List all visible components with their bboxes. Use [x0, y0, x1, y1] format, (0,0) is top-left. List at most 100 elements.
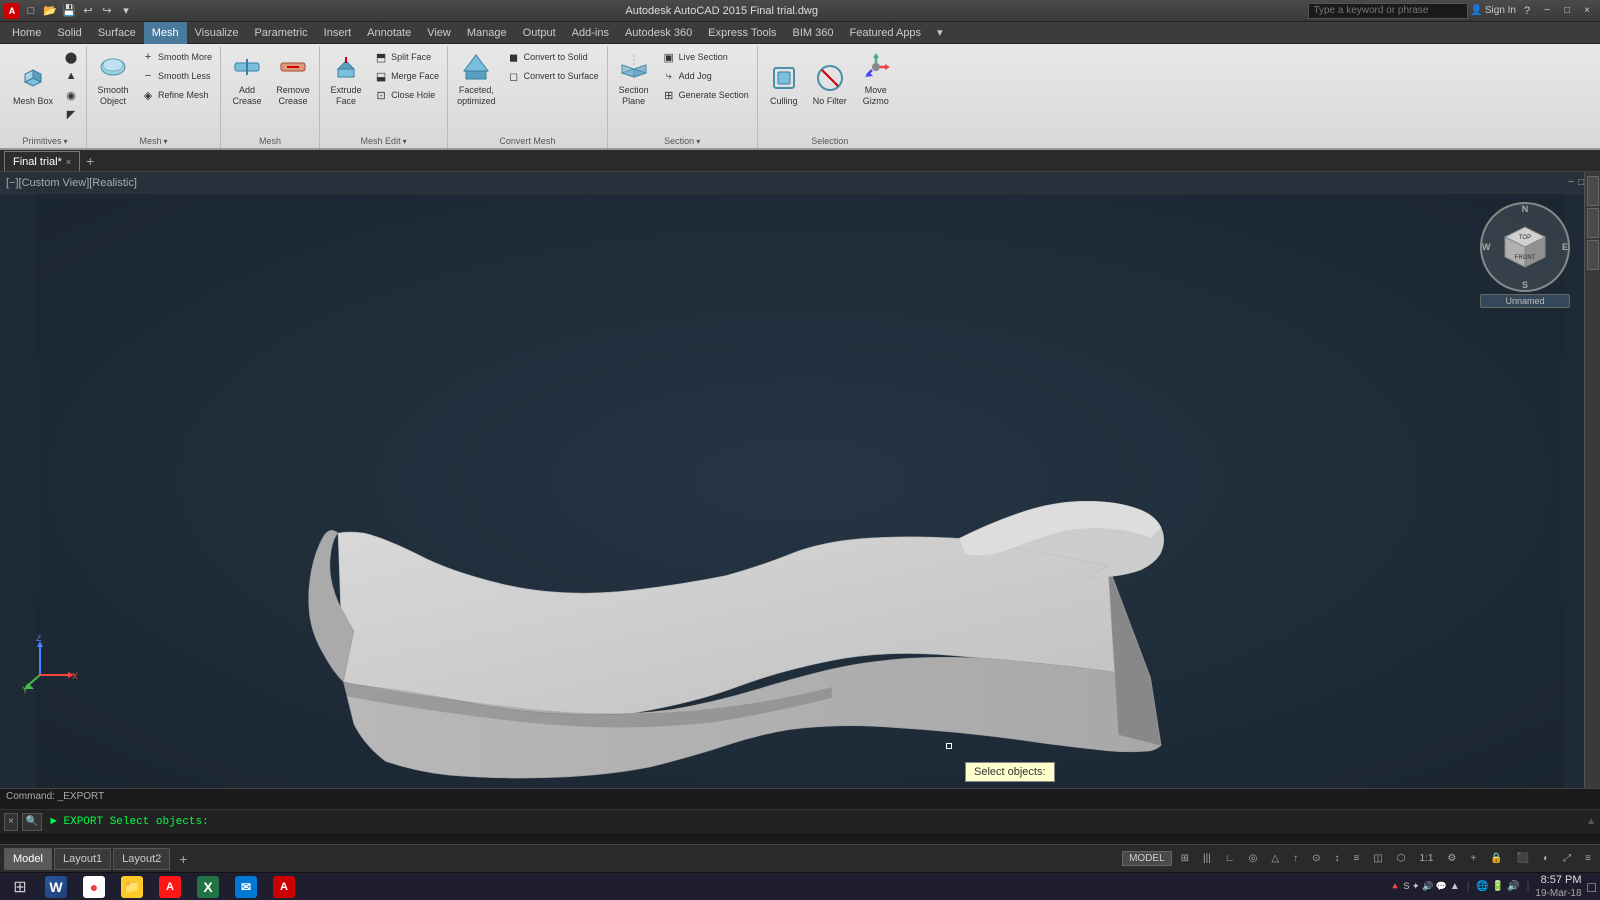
minimize-btn[interactable]: −	[1538, 3, 1556, 19]
menu-surface[interactable]: Surface	[90, 22, 144, 44]
ducs-btn[interactable]: ⊙	[1307, 851, 1325, 866]
menu-annotate[interactable]: Annotate	[359, 22, 419, 44]
split-face-btn[interactable]: ⬒ Split Face	[370, 48, 443, 66]
panel-btn-1[interactable]	[1587, 176, 1599, 206]
layout-tab-layout1[interactable]: Layout1	[54, 848, 111, 870]
menu-mesh[interactable]: Mesh	[144, 22, 187, 44]
generate-section-btn[interactable]: ⊞ Generate Section	[658, 86, 753, 104]
layout-tab-model[interactable]: Model	[4, 848, 52, 870]
remove-crease-button[interactable]: RemoveCrease	[271, 48, 315, 110]
taskbar-acrobat-app[interactable]: A	[152, 875, 188, 899]
menu-view[interactable]: View	[419, 22, 459, 44]
menu-solid[interactable]: Solid	[49, 22, 89, 44]
close-hole-btn[interactable]: ⊡ Close Hole	[370, 86, 443, 104]
menu-output[interactable]: Output	[515, 22, 564, 44]
help-btn[interactable]: ?	[1518, 2, 1536, 20]
new-btn[interactable]: □	[22, 2, 40, 20]
snap-btn[interactable]: |||	[1198, 851, 1216, 866]
polar-btn[interactable]: ◎	[1244, 851, 1263, 866]
taskbar-excel-app[interactable]: X	[190, 875, 226, 899]
layout-tab-layout2[interactable]: Layout2	[113, 848, 170, 870]
open-btn[interactable]: 📂	[41, 2, 59, 20]
panel-btn-2[interactable]	[1587, 208, 1599, 238]
viewcube-box[interactable]: TOP FRONT	[1495, 217, 1555, 277]
clock-area[interactable]: 8:57 PM 19-Mar-18	[1535, 873, 1581, 900]
command-cancel-btn[interactable]: ×	[4, 813, 18, 831]
lw-btn[interactable]: ≡	[1348, 851, 1364, 866]
menu-extra-dropdown[interactable]: ▾	[929, 22, 951, 44]
extrude-face-button[interactable]: ExtrudeFace	[324, 48, 368, 110]
layout-tab-add[interactable]: +	[172, 848, 194, 870]
sel-cycling-btn[interactable]: ⬡	[1392, 851, 1411, 866]
isolate-btn[interactable]: ◐	[1538, 851, 1554, 866]
transp-btn[interactable]: ◫	[1368, 851, 1387, 866]
convert-to-solid-btn[interactable]: ◼ Convert to Solid	[503, 48, 603, 66]
taskbar-mail-app[interactable]: ✉	[228, 875, 264, 899]
notification-btn[interactable]: □	[1588, 879, 1596, 895]
smooth-more-btn[interactable]: + Smooth More	[137, 48, 216, 66]
mesh-cylinder-btn[interactable]: ⬤	[60, 48, 82, 66]
object-snap-btn[interactable]: △	[1266, 851, 1284, 866]
taskbar-chrome-app[interactable]: ●	[76, 875, 112, 899]
ortho-btn[interactable]: ∟	[1220, 851, 1240, 866]
sign-in-button[interactable]: 👤 Sign In	[1470, 5, 1516, 16]
mesh-edit-expand[interactable]: ▾	[403, 137, 407, 146]
menu-addins[interactable]: Add-ins	[564, 22, 617, 44]
annotation-btn[interactable]: ⚙	[1442, 851, 1461, 866]
menu-home[interactable]: Home	[4, 22, 49, 44]
smooth-object-button[interactable]: SmoothObject	[91, 48, 135, 110]
doc-tab-add[interactable]: +	[80, 151, 100, 171]
undo-btn[interactable]: ↩	[79, 2, 97, 20]
refine-mesh-btn[interactable]: ◈ Refine Mesh	[137, 86, 216, 104]
mesh-sphere-btn[interactable]: ◉	[60, 86, 82, 104]
doc-tab-final-trial[interactable]: Final trial* ×	[4, 151, 80, 171]
convert-to-surface-btn[interactable]: ◻ Convert to Surface	[503, 67, 603, 85]
redo-btn[interactable]: ↪	[98, 2, 116, 20]
section-expand[interactable]: ▾	[696, 137, 700, 146]
qa-dropdown[interactable]: ▾	[117, 2, 135, 20]
taskbar-autocad-app[interactable]: A	[266, 875, 302, 899]
hardware-accel-btn[interactable]: ⬛	[1512, 851, 1534, 866]
add-jog-btn[interactable]: ⤷ Add Jog	[658, 67, 753, 85]
menu-a360[interactable]: Autodesk 360	[617, 22, 700, 44]
primitives-expand[interactable]: ▾	[64, 137, 68, 146]
viewport[interactable]: [−][Custom View][Realistic] − □ ×	[0, 172, 1600, 788]
object-track-btn[interactable]: ↑	[1288, 851, 1303, 866]
mesh-smooth-expand[interactable]: ▾	[164, 137, 168, 146]
lock-btn[interactable]: 🔒	[1485, 851, 1507, 866]
menu-parametric[interactable]: Parametric	[246, 22, 315, 44]
windows-start-btn[interactable]: ⊞	[4, 875, 36, 899]
workspace-btn[interactable]: +	[1465, 851, 1481, 866]
search-input[interactable]	[1308, 3, 1468, 19]
live-section-btn[interactable]: ▣ Live Section	[658, 48, 753, 66]
viewcube[interactable]: N S E W TOP	[1480, 202, 1570, 322]
viewport-restore[interactable]: −	[1568, 177, 1574, 188]
doc-tab-close[interactable]: ×	[66, 157, 71, 167]
grid-btn[interactable]: ⊞	[1176, 851, 1194, 866]
merge-face-btn[interactable]: ⬓ Merge Face	[370, 67, 443, 85]
scale-display[interactable]: 1:1	[1414, 851, 1438, 866]
mesh-cone-btn[interactable]: ▲	[60, 67, 82, 85]
command-scroll-up[interactable]: ▲	[1586, 816, 1596, 827]
menu-manage[interactable]: Manage	[459, 22, 515, 44]
menu-visualize[interactable]: Visualize	[187, 22, 247, 44]
menu-express[interactable]: Express Tools	[700, 22, 784, 44]
mesh-wedge-btn[interactable]: ◤	[60, 105, 82, 123]
mesh-box-button[interactable]: Mesh Box	[8, 48, 58, 110]
menu-bim360[interactable]: BIM 360	[785, 22, 842, 44]
dyn-input-btn[interactable]: ↕	[1329, 851, 1344, 866]
section-plane-button[interactable]: SectionPlane	[612, 48, 656, 110]
add-crease-button[interactable]: AddCrease	[225, 48, 269, 110]
command-search-btn[interactable]: 🔍	[22, 813, 42, 831]
taskbar-word-app[interactable]: W	[38, 875, 74, 899]
panel-btn-3[interactable]	[1587, 240, 1599, 270]
faceted-optimized-button[interactable]: Faceted,optimized	[452, 48, 501, 110]
maximize-btn[interactable]: □	[1558, 3, 1576, 19]
fullscreen-btn[interactable]: ⤢	[1558, 851, 1576, 866]
customize-btn[interactable]: ≡	[1580, 851, 1596, 866]
menu-insert[interactable]: Insert	[316, 22, 360, 44]
move-gizmo-button[interactable]: MoveGizmo	[854, 48, 898, 110]
culling-button[interactable]: Culling	[762, 48, 806, 110]
model-indicator[interactable]: MODEL	[1122, 851, 1172, 866]
smooth-less-btn[interactable]: − Smooth Less	[137, 67, 216, 85]
